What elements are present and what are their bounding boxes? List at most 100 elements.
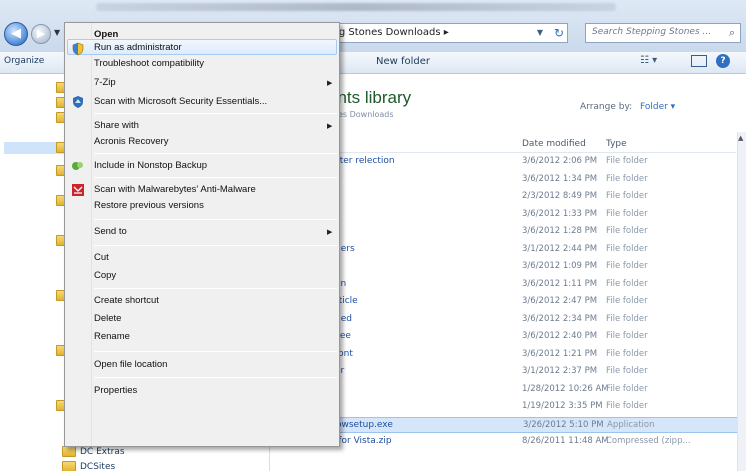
back-arrow-icon: ◀ bbox=[11, 26, 21, 41]
menu-item-copy[interactable]: Copy bbox=[94, 270, 116, 281]
menu-item-send-to[interactable]: Send to bbox=[94, 226, 127, 237]
file-date: 3/6/2012 1:09 PM bbox=[522, 261, 598, 271]
file-row[interactable]: ged 3/6/2012 2:34 PM File folder bbox=[272, 312, 738, 328]
file-row[interactable]: 3/6/2012 1:09 PM File folder bbox=[272, 259, 738, 275]
menu-separator bbox=[94, 288, 337, 289]
search-icon[interactable]: ⌕ bbox=[729, 26, 741, 40]
malwarebytes-icon bbox=[72, 184, 84, 196]
menu-icon-gutter bbox=[65, 23, 92, 446]
address-bar[interactable]: tepping Stones Downloads ▸ bbox=[300, 23, 568, 43]
menu-item-cut[interactable]: Cut bbox=[94, 252, 109, 263]
menu-item-delete[interactable]: Delete bbox=[94, 313, 121, 324]
search-placeholder: Search Stepping Stones ... bbox=[592, 27, 712, 37]
file-type: File folder bbox=[606, 348, 648, 359]
file-row[interactable]: ners 3/1/2012 2:44 PM File folder bbox=[272, 242, 738, 258]
file-type: File folder bbox=[606, 173, 648, 184]
menu-item-rename[interactable]: Rename bbox=[94, 331, 130, 342]
file-date: 3/6/2012 2:34 PM bbox=[522, 313, 598, 324]
forward-button[interactable]: ▶ bbox=[31, 24, 51, 44]
file-type: File folder bbox=[606, 226, 648, 236]
search-input[interactable]: Search Stepping Stones ... bbox=[585, 23, 741, 43]
refresh-icon[interactable]: ↻ bbox=[550, 23, 568, 43]
menu-separator bbox=[94, 113, 337, 114]
file-type: File folder bbox=[606, 313, 648, 324]
menu-item-scan-mse[interactable]: Scan with Microsoft Security Essentials.… bbox=[94, 96, 267, 107]
file-row[interactable]: rticle 3/6/2012 2:47 PM File folder bbox=[272, 294, 738, 310]
file-row[interactable]: 3/6/2012 1:33 PM File folder bbox=[272, 207, 738, 223]
file-row[interactable]: 1/28/2012 10:26 AM File folder bbox=[272, 382, 738, 398]
menu-item-restore-versions[interactable]: Restore previous versions bbox=[94, 200, 204, 211]
nav-item-dcsites[interactable]: DCSites bbox=[80, 462, 115, 471]
menu-item-malwarebytes[interactable]: Scan with Malwarebytes' Anti-Malware bbox=[94, 184, 256, 195]
file-row[interactable]: on 3/6/2012 1:11 PM File folder bbox=[272, 277, 738, 293]
file-row[interactable]: 1/19/2012 3:35 PM File folder bbox=[272, 399, 738, 415]
back-button[interactable]: ◀ bbox=[4, 22, 28, 46]
vertical-scrollbar[interactable] bbox=[737, 132, 746, 471]
file-type: File folder bbox=[606, 366, 648, 376]
folder-icon bbox=[62, 446, 76, 457]
file-row[interactable]: dsb fixa for Vista.zip 8/26/2011 11:48 AM… bbox=[272, 434, 738, 450]
file-type: Application bbox=[607, 419, 655, 430]
file-row[interactable]: owsetup.exe 3/26/2012 5:10 PM Application bbox=[272, 416, 738, 433]
file-type: File folder bbox=[606, 278, 648, 289]
file-row[interactable]: 3/6/2012 1:28 PM File folder bbox=[272, 224, 738, 240]
file-date: 3/6/2012 1:28 PM bbox=[522, 226, 598, 236]
file-row[interactable]: 3/6/2012 1:34 PM File folder bbox=[272, 172, 738, 188]
context-menu: Open Run as administrator Troubleshoot c… bbox=[64, 22, 340, 447]
nav-item-dc-extras[interactable]: DC Extras bbox=[80, 447, 125, 457]
file-row[interactable]: er3/1/2012 2:37 PMFile folder bbox=[272, 364, 738, 380]
menu-separator bbox=[94, 351, 337, 352]
forward-arrow-icon: ▶ bbox=[36, 27, 46, 40]
uac-shield-icon bbox=[72, 42, 84, 56]
file-date: 3/6/2012 1:11 PM bbox=[522, 278, 598, 289]
file-date: 1/19/2012 3:35 PM bbox=[522, 401, 603, 411]
file-row[interactable]: Lee 3/6/2012 2:40 PM File folder bbox=[272, 329, 738, 345]
column-header-type[interactable]: Type bbox=[606, 139, 627, 149]
preview-pane-button[interactable] bbox=[691, 55, 707, 67]
file-type: File folder bbox=[606, 243, 648, 254]
recent-pages-dropdown[interactable]: ▼ bbox=[54, 28, 64, 38]
menu-item-open-file-location[interactable]: Open file location bbox=[94, 359, 167, 370]
menu-item-open[interactable]: Open bbox=[94, 29, 118, 40]
column-header-date[interactable]: Date modified bbox=[522, 139, 586, 149]
file-type: Compressed (zipp... bbox=[606, 436, 691, 446]
address-dropdown-icon[interactable]: ▼ bbox=[533, 24, 547, 42]
folder-icon bbox=[62, 461, 76, 471]
menu-item-run-as-admin[interactable]: Run as administrator bbox=[94, 42, 182, 53]
file-date: 2/3/2012 8:49 PM bbox=[522, 191, 598, 201]
scroll-up-icon[interactable]: ▲ bbox=[738, 134, 743, 142]
views-button[interactable]: ☷ ▾ bbox=[640, 55, 657, 66]
file-row[interactable]: 2/3/2012 8:49 PM File folder bbox=[272, 189, 738, 205]
file-date: 3/6/2012 1:21 PM bbox=[522, 348, 598, 359]
menu-item-7zip[interactable]: 7-Zip bbox=[94, 77, 116, 88]
menu-item-properties[interactable]: Properties bbox=[94, 385, 137, 396]
file-row[interactable]: ster relection 3/6/2012 2:06 PM File folde… bbox=[272, 154, 738, 170]
file-date: 3/6/2012 2:40 PM bbox=[522, 331, 598, 341]
menu-separator bbox=[94, 177, 337, 178]
menu-item-troubleshoot[interactable]: Troubleshoot compatibility bbox=[94, 58, 204, 69]
menu-item-share-with[interactable]: Share with bbox=[94, 120, 139, 131]
menu-item-nonstop-backup[interactable]: Include in Nonstop Backup bbox=[94, 160, 207, 171]
file-type: File folder bbox=[606, 401, 648, 411]
menu-item-acronis[interactable]: Acronis Recovery bbox=[94, 136, 168, 147]
menu-separator bbox=[94, 153, 337, 154]
window-title-blurred bbox=[96, 3, 616, 11]
file-date: 1/28/2012 10:26 AM bbox=[522, 383, 609, 394]
file-type: File folder bbox=[606, 331, 648, 341]
arrange-by-dropdown[interactable]: Folder ▾ bbox=[640, 102, 675, 112]
new-folder-button[interactable]: New folder bbox=[376, 56, 430, 67]
file-type: File folder bbox=[606, 208, 648, 219]
file-type: File folder bbox=[606, 383, 648, 394]
file-date: 3/6/2012 2:06 PM bbox=[522, 156, 598, 166]
help-icon[interactable]: ? bbox=[716, 54, 730, 68]
file-name: owsetup.exe bbox=[336, 419, 393, 430]
file-row[interactable]: font 3/6/2012 1:21 PM File folder bbox=[272, 347, 738, 363]
views-icon: ☷ ▾ bbox=[640, 55, 658, 66]
file-type: File folder bbox=[606, 191, 648, 201]
file-date: 3/6/2012 1:34 PM bbox=[522, 173, 598, 184]
microsoft-security-essentials-icon bbox=[73, 96, 83, 108]
organize-button[interactable]: Organize bbox=[4, 56, 44, 66]
file-date: 3/1/2012 2:44 PM bbox=[522, 243, 598, 254]
menu-item-create-shortcut[interactable]: Create shortcut bbox=[94, 295, 159, 306]
file-date: 8/26/2011 11:48 AM bbox=[522, 436, 609, 446]
